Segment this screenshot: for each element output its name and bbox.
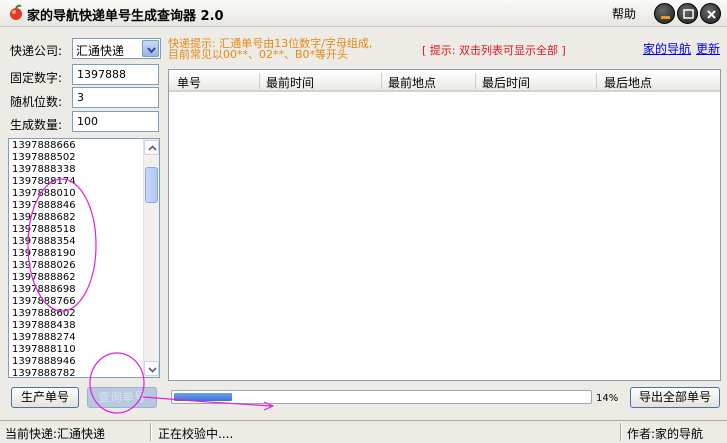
list-item[interactable]: 1397888518 xyxy=(12,224,76,236)
list-item[interactable]: 1397888946 xyxy=(12,356,76,368)
fixed-number-label: 固定数字: xyxy=(10,71,63,85)
list-item[interactable]: 1397888666 xyxy=(12,140,76,152)
list-item[interactable]: 1397888846 xyxy=(12,200,76,212)
list-item[interactable]: 1397888190 xyxy=(12,248,76,260)
random-digits-input[interactable]: 3 xyxy=(72,87,159,108)
scroll-up-button[interactable] xyxy=(144,140,159,155)
courier-label: 快递公司: xyxy=(10,44,63,58)
minimize-button[interactable] xyxy=(654,3,675,24)
progress-fill xyxy=(174,393,232,401)
close-icon xyxy=(707,10,716,19)
courier-tip-line2: 目前常见以00**、02**、B0*等开头 xyxy=(168,48,349,61)
chevron-down-icon xyxy=(148,367,157,373)
help-button[interactable]: 帮助 xyxy=(612,5,636,22)
count-label: 生成数量: xyxy=(10,118,63,132)
column-last-location[interactable]: 最后地点 xyxy=(604,74,652,91)
scroll-thumb[interactable] xyxy=(145,167,158,203)
list-item[interactable]: 1397888174 xyxy=(12,176,76,188)
list-item[interactable]: 1397888502 xyxy=(12,152,76,164)
window-title: 家的导航快递单号生成查询器 2.0 xyxy=(27,9,224,24)
column-divider[interactable] xyxy=(596,73,597,89)
column-divider[interactable] xyxy=(259,73,260,89)
maximize-button[interactable] xyxy=(677,3,698,24)
list-item[interactable]: 1397888862 xyxy=(12,272,76,284)
chevron-down-icon[interactable] xyxy=(142,40,159,57)
double-click-hint: [ 提示: 双击列表可显示全部 ] xyxy=(422,44,566,57)
chevron-up-icon xyxy=(148,145,157,151)
column-divider[interactable] xyxy=(475,73,476,89)
list-item[interactable]: 1397888010 xyxy=(12,188,76,200)
column-last-time[interactable]: 最后时间 xyxy=(482,74,530,91)
list-item[interactable]: 1397888110 xyxy=(12,344,76,356)
column-first-location[interactable]: 最前地点 xyxy=(388,74,436,91)
column-tracking-number[interactable]: 单号 xyxy=(177,74,201,91)
minimize-icon xyxy=(661,16,670,19)
count-input[interactable]: 100 xyxy=(72,111,159,132)
list-item[interactable]: 1397888274 xyxy=(12,332,76,344)
list-item[interactable]: 1397888354 xyxy=(12,236,76,248)
status-current-courier: 当前快递:汇通快递 xyxy=(5,427,106,441)
status-author: 作者:家的导航 xyxy=(627,427,704,441)
fixed-number-input[interactable]: 1397888 xyxy=(72,64,159,85)
home-link[interactable]: 家的导航 xyxy=(643,40,691,57)
courier-select-value: 汇通快递 xyxy=(76,44,125,58)
status-state: 正在校验中.... xyxy=(158,427,234,441)
update-link[interactable]: 更新 xyxy=(696,40,720,57)
status-bar: 当前快递:汇通快递 正在校验中.... 作者:家的导航 xyxy=(0,420,727,443)
status-divider xyxy=(620,423,622,441)
list-item[interactable]: 1397888782 xyxy=(12,368,76,377)
query-button[interactable]: 查询单号 xyxy=(87,387,157,408)
scroll-down-button[interactable] xyxy=(144,361,159,376)
random-digits-label: 随机位数: xyxy=(10,95,63,109)
courier-select[interactable]: 汇通快递 xyxy=(72,38,161,59)
close-button[interactable] xyxy=(700,3,721,24)
maximize-icon xyxy=(683,9,694,19)
list-item[interactable]: 1397888698 xyxy=(12,284,76,296)
column-divider[interactable] xyxy=(381,73,382,89)
list-scrollbar[interactable] xyxy=(143,139,159,377)
list-item[interactable]: 1397888602 xyxy=(12,308,76,320)
title-bar: 家的导航快递单号生成查询器 2.0 帮助 xyxy=(0,0,727,27)
list-item[interactable]: 1397888338 xyxy=(12,164,76,176)
list-item[interactable]: 1397888438 xyxy=(12,320,76,332)
column-first-time[interactable]: 最前时间 xyxy=(266,74,314,91)
list-item[interactable]: 1397888026 xyxy=(12,260,76,272)
progress-percent: 14% xyxy=(596,393,619,404)
list-item[interactable]: 1397888766 xyxy=(12,296,76,308)
results-table[interactable]: 单号 最前时间 最前地点 最后时间 最后地点 xyxy=(168,69,721,381)
export-all-button[interactable]: 导出全部单号 xyxy=(630,387,720,408)
status-divider xyxy=(150,423,152,441)
generate-button[interactable]: 生产单号 xyxy=(11,387,79,408)
app-icon xyxy=(7,4,25,22)
tracking-numbers-list[interactable]: 1397888666 1397888502 1397888338 1397888… xyxy=(8,138,160,378)
progress-bar xyxy=(171,390,592,404)
table-header: 单号 最前时间 最前地点 最后时间 最后地点 xyxy=(169,70,720,92)
tracking-numbers-items: 1397888666 1397888502 1397888338 1397888… xyxy=(12,140,76,377)
list-item[interactable]: 1397888682 xyxy=(12,212,76,224)
